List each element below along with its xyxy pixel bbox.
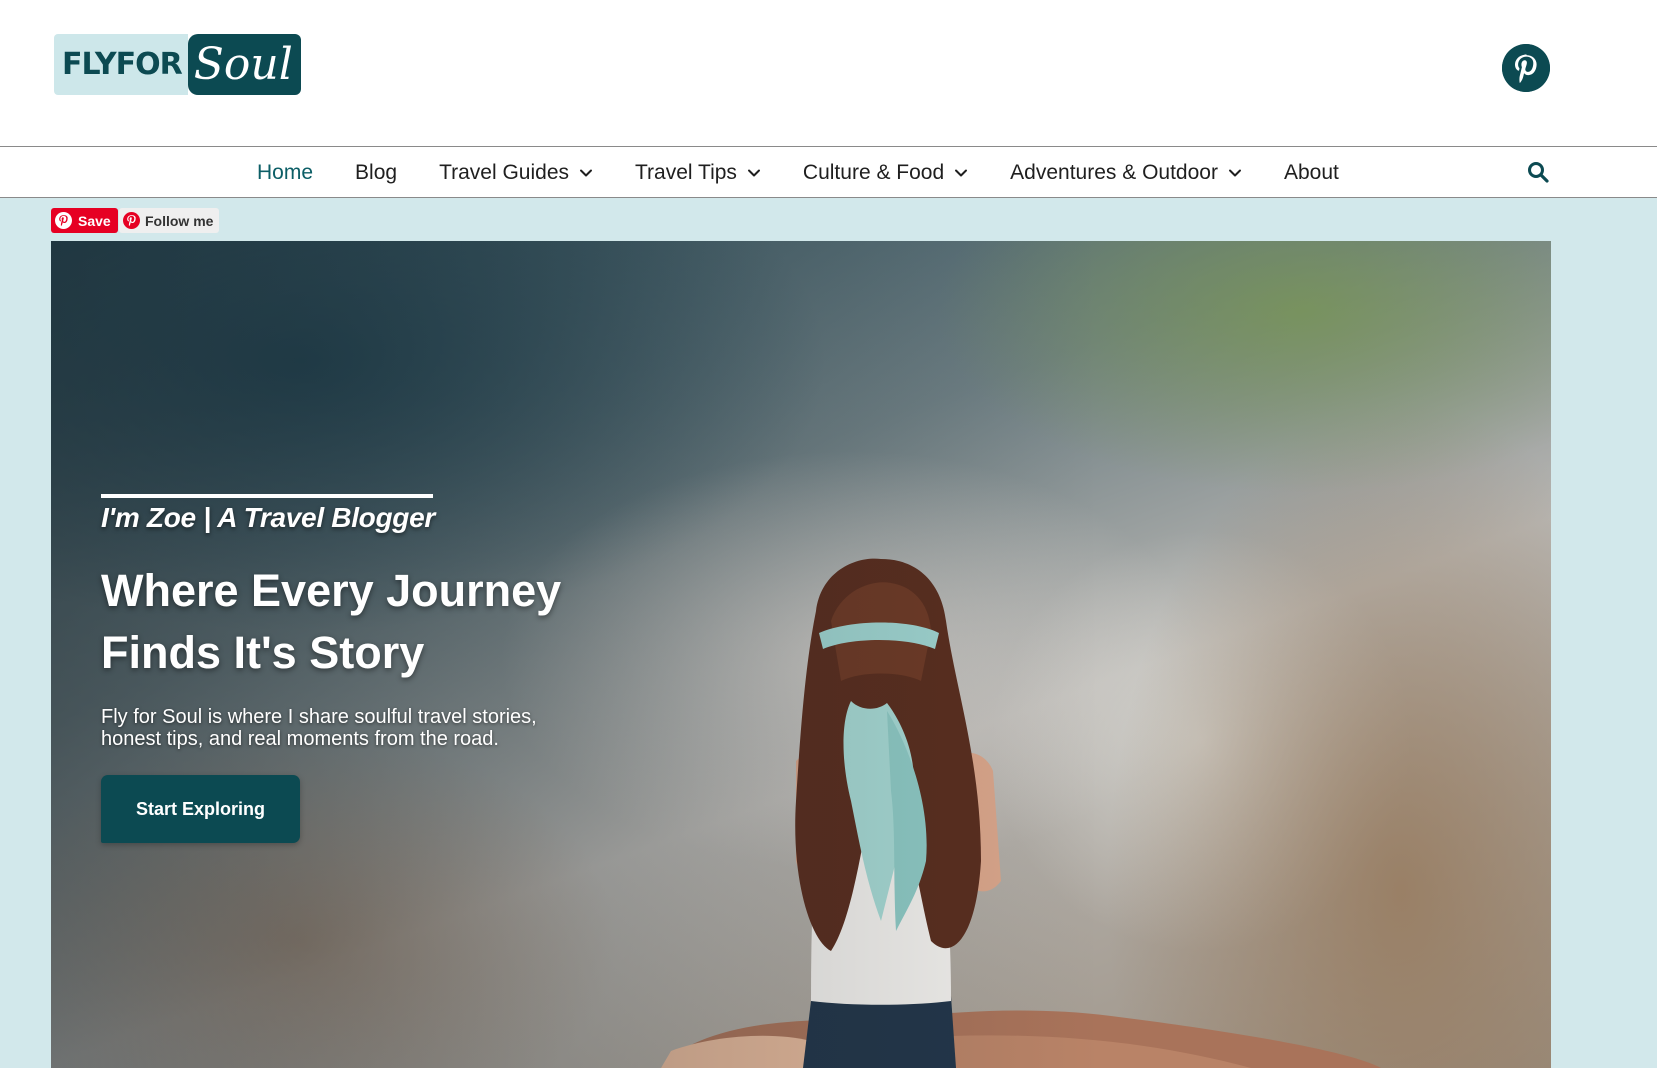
logo-text-soul: Soul	[187, 34, 301, 95]
pinterest-follow-button[interactable]: Follow me	[119, 208, 220, 233]
site-logo[interactable]: FLYFOR Soul	[54, 34, 301, 95]
site-header: FLYFOR Soul	[0, 0, 1657, 147]
pinterest-save-button[interactable]: Save	[51, 208, 118, 233]
main-navigation: Home Blog Travel Guides Travel Tips Culture …	[0, 147, 1657, 198]
pinterest-icon	[123, 212, 140, 229]
nav-item-label: Culture & Food	[802, 160, 945, 184]
hero-banner: I'm Zoe | A Travel Blogger Where Every J…	[51, 241, 1551, 1068]
chevron-down-icon	[1228, 169, 1241, 176]
nav-item-label: Home	[257, 160, 314, 184]
nav-item-adventures-and-outdoor[interactable]: Adventures & Outdoor	[989, 147, 1263, 198]
nav-item-travel-guides[interactable]: Travel Guides	[418, 147, 614, 198]
nav-item-label: Travel Tips	[635, 160, 737, 184]
pinterest-save-label: Save	[78, 212, 111, 229]
hero-band: Save Follow me I'm Zoe | A Travel Blogge…	[0, 198, 1657, 1068]
nav-item-travel-tips[interactable]: Travel Tips	[614, 147, 782, 198]
search-icon[interactable]	[1526, 160, 1550, 184]
start-exploring-button[interactable]: Start Exploring	[101, 775, 300, 843]
nav-item-home[interactable]: Home	[236, 147, 334, 198]
logo-text-fly-for: FLYFOR	[54, 34, 188, 95]
nav-item-label: Adventures & Outdoor	[1010, 160, 1218, 184]
chevron-down-icon	[580, 169, 592, 176]
chevron-down-icon	[747, 169, 760, 176]
hero-content: I'm Zoe | A Travel Blogger Where Every J…	[101, 494, 621, 843]
nav-item-label: Travel Guides	[439, 160, 569, 184]
hero-headline-line-1: Where Every Journey	[101, 565, 562, 616]
hero-intro: Fly for Soul is where I share soulful tr…	[101, 706, 581, 750]
nav-item-blog[interactable]: Blog	[334, 147, 418, 198]
nav-item-about[interactable]: About	[1263, 147, 1360, 198]
nav-item-label: About	[1283, 160, 1339, 184]
hero-headline: Where Every Journey Finds It's Story	[101, 560, 621, 684]
pinterest-icon	[55, 212, 72, 229]
tagline-divider	[101, 494, 433, 498]
chevron-down-icon	[955, 169, 968, 176]
hero-intro-line-2: honest tips, and real moments from the r…	[101, 728, 499, 750]
hero-intro-line-1: Fly for Soul is where I share soulful tr…	[101, 706, 537, 728]
nav-menu: Home Blog Travel Guides Travel Tips Culture …	[236, 147, 1360, 198]
pinterest-follow-label: Follow me	[145, 212, 214, 229]
nav-item-culture-and-food[interactable]: Culture & Food	[782, 147, 989, 198]
hero-tagline: I'm Zoe | A Travel Blogger	[101, 502, 435, 533]
nav-item-label: Blog	[355, 160, 398, 184]
pinterest-icon[interactable]	[1502, 44, 1550, 92]
hero-headline-line-2: Finds It's Story	[101, 627, 425, 678]
